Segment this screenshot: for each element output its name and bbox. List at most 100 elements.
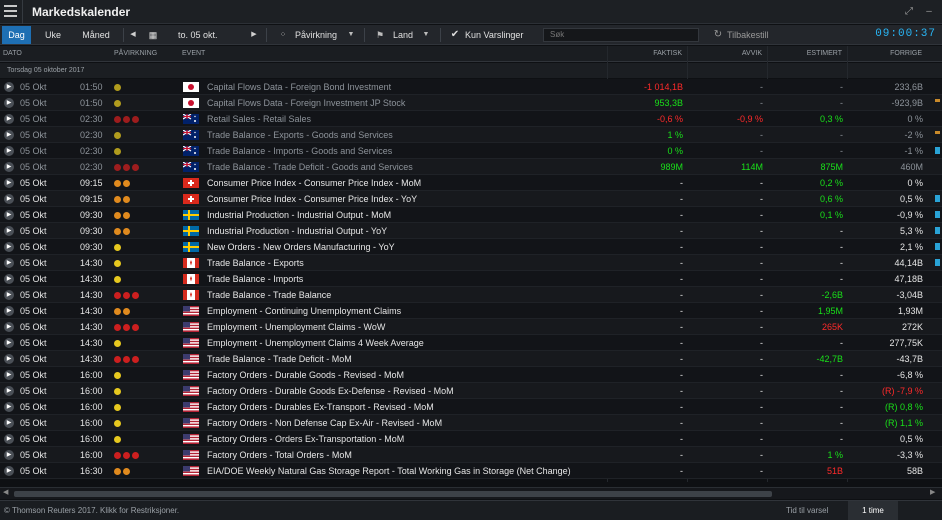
table-row[interactable]: ▶ 05 Okt 14:30 Trade Balance - Exports - - - 44… [0,255,942,271]
table-row[interactable]: ▶ 05 Okt 02:30 Trade Balance - Trade Defici… [0,159,942,175]
expand-row-icon[interactable]: ▶ [4,290,14,300]
copyright-link[interactable]: © Thomson Reuters 2017. Klikk for Restri… [4,501,179,520]
event-name[interactable]: Trade Balance - Imports [207,271,303,287]
event-name[interactable]: EIA/DOE Weekly Natural Gas Storage Repor… [207,463,571,479]
event-name[interactable]: Factory Orders - Durable Goods - Revised… [207,367,404,383]
table-row[interactable]: ▶ 05 Okt 09:15 Consumer Price Index - Consu… [0,191,942,207]
scroll-left-icon[interactable]: ◀ [3,488,8,496]
table-row[interactable]: ▶ 05 Okt 16:00 Factory Orders - Orders Ex-T… [0,431,942,447]
impact-filter-dropdown[interactable]: Påvirkning [295,26,343,44]
table-row[interactable]: ▶ 05 Okt 14:30 Employment - Unemployment Cl… [0,319,942,335]
table-row[interactable]: ▶ 05 Okt 02:30 Trade Balance - Exports - Go… [0,127,942,143]
horizontal-scrollbar[interactable]: ◀ ▶ [0,487,942,499]
expand-row-icon[interactable]: ▶ [4,338,14,348]
event-name[interactable]: Capital Flows Data - Foreign Investment … [207,95,405,111]
prev-day-arrow-icon[interactable]: ◀ [126,26,140,44]
next-day-arrow-icon[interactable]: ▶ [247,26,261,44]
event-name[interactable]: Capital Flows Data - Foreign Bond Invest… [207,79,391,95]
table-row[interactable]: ▶ 05 Okt 16:00 Factory Orders - Durable Goo… [0,383,942,399]
expand-row-icon[interactable]: ▶ [4,434,14,444]
event-name[interactable]: Employment - Unemployment Claims - WoW [207,319,385,335]
expand-row-icon[interactable]: ▶ [4,114,14,124]
col-header-actual[interactable]: FAKTISK [610,46,682,62]
date-selector[interactable]: to. 05 okt. [166,26,236,44]
event-name[interactable]: New Orders - New Orders Manufacturing - … [207,239,395,255]
table-row[interactable]: ▶ 05 Okt 16:00 Factory Orders - Total Order… [0,447,942,463]
expand-row-icon[interactable]: ▶ [4,162,14,172]
col-header-event[interactable]: EVENT [182,46,205,62]
expand-row-icon[interactable]: ▶ [4,370,14,380]
expand-row-icon[interactable]: ▶ [4,306,14,316]
tab-week[interactable]: Uke [37,26,69,44]
col-header-estimate[interactable]: ESTIMERT [770,46,842,62]
table-row[interactable]: ▶ 05 Okt 16:00 Factory Orders - Durable Goo… [0,367,942,383]
event-name[interactable]: Industrial Production - Industrial Outpu… [207,223,387,239]
table-row[interactable]: ▶ 05 Okt 14:30 Trade Balance - Imports - - - 47… [0,271,942,287]
alerts-only-toggle[interactable]: Kun Varslinger [465,26,533,44]
table-row[interactable]: ▶ 05 Okt 01:50 Capital Flows Data - Foreign… [0,79,942,95]
expand-row-icon[interactable]: ▶ [4,226,14,236]
calendar-icon[interactable]: ▦ [145,26,161,44]
table-row[interactable]: ▶ 05 Okt 09:30 Industrial Production - Indu… [0,223,942,239]
expand-row-icon[interactable]: ▶ [4,194,14,204]
table-row[interactable]: ▶ 05 Okt 16:00 Factory Orders - Durables Ex… [0,399,942,415]
table-row[interactable]: ▶ 05 Okt 16:00 Factory Orders - Non Defense… [0,415,942,431]
event-name[interactable]: Trade Balance - Imports - Goods and Serv… [207,143,392,159]
event-name[interactable]: Employment - Unemployment Claims 4 Week … [207,335,424,351]
tab-month[interactable]: Måned [75,26,117,44]
event-name[interactable]: Employment - Continuing Unemployment Cla… [207,303,401,319]
refresh-icon[interactable]: ↻ [712,26,724,44]
expand-row-icon[interactable]: ▶ [4,466,14,476]
event-name[interactable]: Trade Balance - Trade Deficit - MoM [207,351,352,367]
table-row[interactable]: ▶ 05 Okt 14:30 Employment - Continuing Unem… [0,303,942,319]
expand-row-icon[interactable]: ▶ [4,258,14,268]
check-circle-icon[interactable]: ✔ [449,26,461,44]
event-name[interactable]: Trade Balance - Trade Deficit - Goods an… [207,159,413,175]
table-row[interactable]: ▶ 05 Okt 02:30 Retail Sales - Retail Sales -… [0,111,942,127]
reset-button[interactable]: Tilbakestill [727,26,783,44]
expand-row-icon[interactable]: ▶ [4,386,14,396]
table-row[interactable]: ▶ 05 Okt 09:15 Consumer Price Index - Consu… [0,175,942,191]
event-name[interactable]: Trade Balance - Exports [207,255,304,271]
chevron-down-icon[interactable]: ▼ [346,26,356,44]
scrollbar-thumb[interactable] [14,491,772,497]
table-row[interactable]: ▶ 05 Okt 01:50 Capital Flows Data - Foreign… [0,95,942,111]
event-name[interactable]: Consumer Price Index - Consumer Price In… [207,175,421,191]
expand-row-icon[interactable]: ▶ [4,402,14,412]
expand-row-icon[interactable]: ▶ [4,242,14,252]
hamburger-menu-icon[interactable] [4,5,17,17]
search-input[interactable]: Søk [543,28,699,42]
scroll-right-icon[interactable]: ▶ [930,488,935,496]
expand-row-icon[interactable]: ▶ [4,274,14,284]
event-name[interactable]: Trade Balance - Exports - Goods and Serv… [207,127,393,143]
event-name[interactable]: Industrial Production - Industrial Outpu… [207,207,391,223]
col-header-impact[interactable]: PÅVIRKNING [114,46,157,62]
event-name[interactable]: Consumer Price Index - Consumer Price In… [207,191,417,207]
event-name[interactable]: Factory Orders - Durable Goods Ex-Defens… [207,383,454,399]
table-row[interactable]: ▶ 05 Okt 16:30 EIA/DOE Weekly Natural Gas S… [0,463,942,479]
table-row[interactable]: ▶ 05 Okt 14:30 Trade Balance - Trade Defici… [0,351,942,367]
table-row[interactable]: ▶ 05 Okt 14:30 Trade Balance - Trade Balanc… [0,287,942,303]
event-name[interactable]: Factory Orders - Orders Ex-Transportatio… [207,431,404,447]
minimize-icon[interactable]: – [922,5,936,19]
event-name[interactable]: Factory Orders - Durables Ex-Transport -… [207,399,434,415]
table-row[interactable]: ▶ 05 Okt 09:30 New Orders - New Orders Manu… [0,239,942,255]
event-name[interactable]: Factory Orders - Non Defense Cap Ex-Air … [207,415,442,431]
expand-row-icon[interactable]: ▶ [4,82,14,92]
expand-row-icon[interactable]: ▶ [4,354,14,364]
expand-row-icon[interactable]: ▶ [4,418,14,428]
table-row[interactable]: ▶ 05 Okt 09:30 Industrial Production - Indu… [0,207,942,223]
expand-row-icon[interactable]: ▶ [4,322,14,332]
table-row[interactable]: ▶ 05 Okt 14:30 Employment - Unemployment Cl… [0,335,942,351]
expand-row-icon[interactable]: ▶ [4,146,14,156]
expand-row-icon[interactable]: ▶ [4,210,14,220]
tab-day[interactable]: Dag [2,26,31,44]
col-header-date[interactable]: DATO [3,46,22,62]
country-filter-dropdown[interactable]: Land [393,26,419,44]
event-name[interactable]: Factory Orders - Total Orders - MoM [207,447,352,463]
expand-row-icon[interactable]: ▶ [4,130,14,140]
expand-row-icon[interactable]: ▶ [4,178,14,188]
table-row[interactable]: ▶ 05 Okt 02:30 Trade Balance - Imports - Go… [0,143,942,159]
col-header-previous[interactable]: FORRIGE [850,46,922,62]
expand-row-icon[interactable]: ▶ [4,450,14,460]
